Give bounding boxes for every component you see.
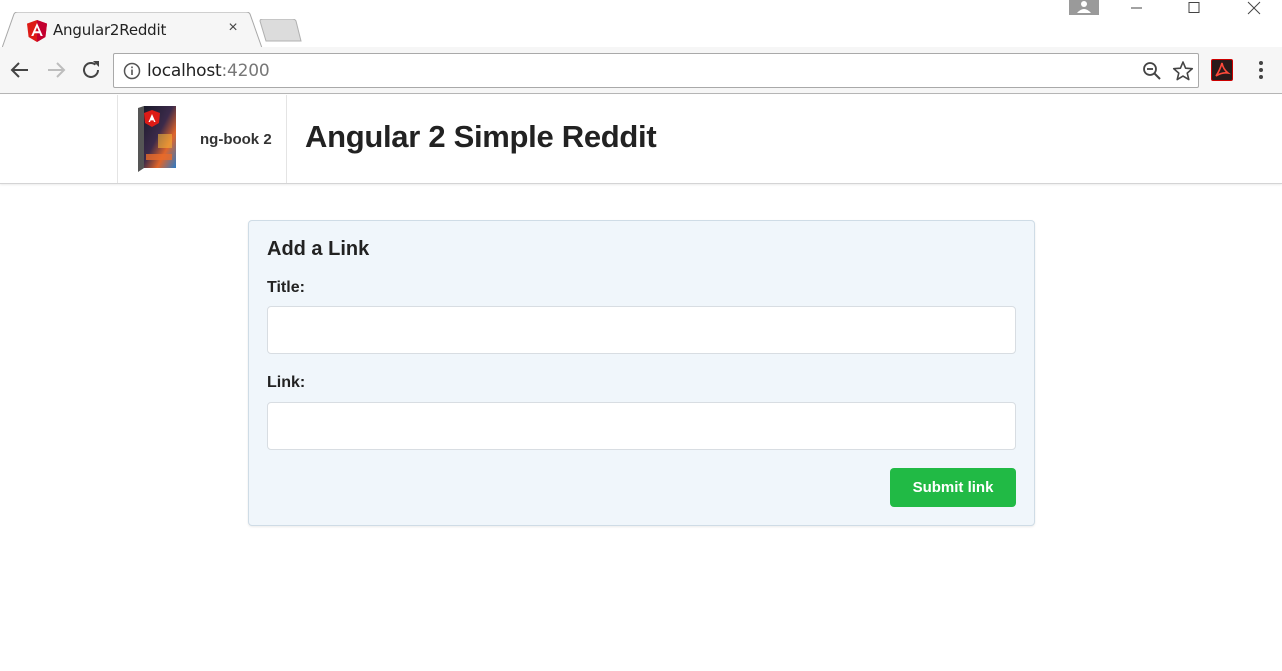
site-header: ng-book 2 Angular 2 Simple Reddit	[0, 95, 1282, 184]
profile-button[interactable]	[1069, 0, 1099, 15]
title-label: Title:	[267, 279, 305, 296]
more-menu-icon[interactable]	[1252, 59, 1270, 81]
address-bar[interactable]: localhost:4200	[113, 53, 1199, 88]
tab-title: Angular2Reddit	[53, 21, 167, 39]
person-icon	[1077, 1, 1091, 13]
brand-link[interactable]: ng-book 2	[117, 95, 287, 183]
url-host: localhost	[147, 61, 222, 81]
page-viewport: ng-book 2 Angular 2 Simple Reddit Add a …	[0, 95, 1282, 671]
zoom-out-icon[interactable]	[1142, 61, 1162, 81]
info-icon[interactable]	[123, 62, 141, 80]
reload-icon[interactable]	[79, 58, 103, 82]
bookmark-star-icon[interactable]	[1172, 60, 1194, 82]
add-link-form: Add a Link Title: Link: Submit link	[248, 220, 1035, 526]
form-heading: Add a Link	[267, 238, 370, 260]
url-port: :4200	[221, 61, 270, 81]
maximize-icon[interactable]	[1171, 0, 1217, 20]
angular-icon	[27, 20, 47, 42]
brand-label: ng-book 2	[200, 131, 272, 148]
url-text[interactable]: localhost:4200	[147, 61, 270, 81]
link-input[interactable]	[267, 402, 1016, 450]
book-cover-icon	[138, 106, 176, 172]
tab-close-icon[interactable]: ×	[225, 20, 241, 36]
browser-toolbar: localhost:4200	[0, 47, 1282, 94]
close-window-icon[interactable]	[1231, 0, 1277, 20]
acrobat-icon	[1215, 62, 1231, 77]
new-tab-button[interactable]	[258, 19, 304, 43]
acrobat-extension-icon[interactable]	[1211, 59, 1233, 81]
submit-link-button[interactable]: Submit link	[890, 468, 1016, 507]
browser-tabstrip: Angular2Reddit ×	[0, 0, 1282, 48]
title-input[interactable]	[267, 306, 1016, 354]
browser-tab-active[interactable]: Angular2Reddit ×	[2, 12, 264, 48]
link-label: Link:	[267, 374, 306, 391]
page-title: Angular 2 Simple Reddit	[305, 119, 657, 154]
back-arrow-icon[interactable]	[8, 58, 32, 82]
minimize-icon[interactable]	[1114, 0, 1160, 20]
forward-arrow-icon[interactable]	[44, 58, 68, 82]
